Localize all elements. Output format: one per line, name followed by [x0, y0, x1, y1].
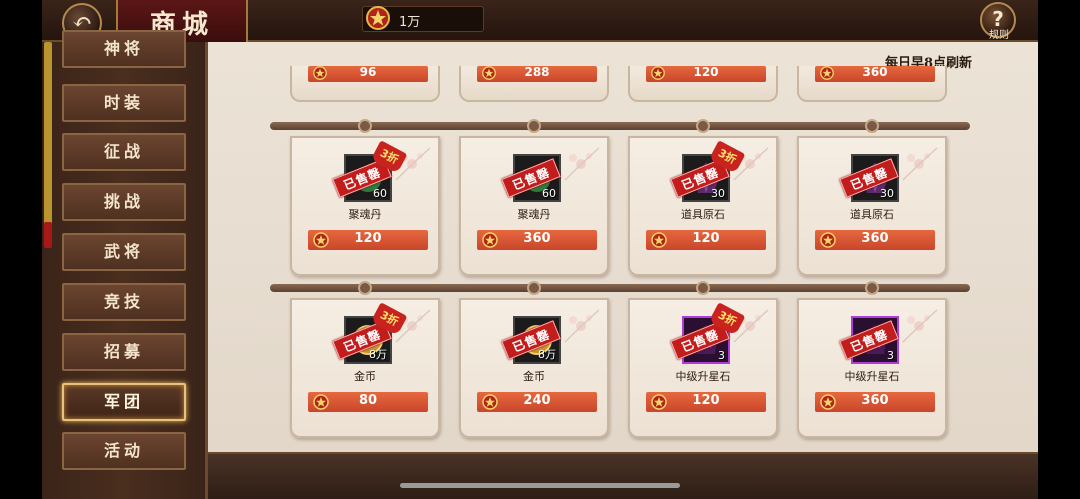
shop-card[interactable]: 30 已售罄 3折 道具原石 120	[628, 136, 778, 276]
shop-card-partial[interactable]: 120	[628, 65, 778, 102]
sidebar-item-label: 军团	[103, 392, 144, 411]
blossom-icon	[564, 309, 600, 343]
sidebar-item-campaign[interactable]: 征战	[62, 133, 186, 171]
item-name: 金币	[523, 370, 545, 383]
rules-label: 规则	[989, 30, 1009, 41]
sidebar-item-label: 征战	[103, 142, 144, 161]
rod-knot	[358, 119, 372, 133]
sidebar-item-fashion[interactable]: 时装	[62, 84, 186, 122]
item-quantity: 30	[711, 187, 725, 200]
left-tassel-cord	[44, 42, 52, 232]
item-name: 聚魂丹	[517, 208, 551, 221]
sidebar-item-label: 招募	[103, 342, 144, 361]
top-bar: ↶ 商城 1万 ? 规则	[42, 0, 1038, 43]
price-bar: 120	[308, 230, 428, 250]
shop-card[interactable]: 8万 已售罄 金币 240	[459, 298, 609, 438]
price-value: 360	[862, 65, 888, 79]
price-bar: 360	[815, 392, 935, 412]
sidebar-item-shenjiang[interactable]: 神将	[62, 30, 186, 68]
item-quantity: 60	[542, 187, 556, 200]
price-value: 360	[861, 393, 889, 408]
rod-knot	[865, 281, 879, 295]
price-value: 80	[358, 393, 378, 408]
sidebar-item-label: 活动	[103, 441, 144, 460]
price-bar: 80	[308, 392, 428, 412]
shop-card-partial[interactable]: 288	[459, 65, 609, 102]
item-name: 道具原石	[850, 208, 894, 221]
shop-card[interactable]: 3 已售罄 3折 中级升星石 120	[628, 298, 778, 438]
price-bar: 96	[308, 65, 428, 82]
price-bar: 360	[815, 230, 935, 250]
price-bar: 120	[646, 230, 766, 250]
item-quantity: 8万	[369, 348, 387, 361]
shop-card[interactable]: 8万 已售罄 3折 金币 80	[290, 298, 440, 438]
price-bar: 360	[815, 65, 935, 82]
sidebar-item-label: 挑战	[103, 192, 144, 211]
blossom-icon	[564, 147, 600, 181]
item-quantity: 60	[373, 187, 387, 200]
item-name: 中级升星石	[675, 370, 731, 383]
shop-screen: ↶ 商城 1万 ? 规则 神将 时装 征战 挑战 武将 竞技 招募 军团 活动	[42, 0, 1038, 499]
sidebar-item-label: 时装	[103, 93, 144, 112]
shop-card-partial[interactable]: 360	[797, 65, 947, 102]
item-quantity: 30	[880, 187, 894, 200]
item-quantity: 3	[887, 349, 894, 362]
sidebar-item-label: 武将	[103, 242, 144, 261]
price-value: 120	[692, 393, 720, 408]
sidebar-item-label: 神将	[103, 39, 144, 58]
rod-knot	[527, 281, 541, 295]
price-bar: 360	[477, 230, 597, 250]
currency-value: 1万	[399, 15, 421, 30]
rod-knot	[696, 119, 710, 133]
item-name: 道具原石	[681, 208, 725, 221]
left-tassel-icon	[44, 222, 52, 248]
price-value: 120	[693, 65, 719, 79]
sidebar-item-events[interactable]: 活动	[62, 432, 186, 470]
currency-display: 1万	[362, 6, 484, 32]
price-value: 360	[861, 231, 889, 246]
sidebar: 神将 时装 征战 挑战 武将 竞技 招募 军团 活动	[42, 30, 208, 499]
rod-knot	[358, 281, 372, 295]
price-bar: 288	[477, 65, 597, 82]
item-name: 中级升星石	[844, 370, 900, 383]
shop-card[interactable]: 3 已售罄 中级升星石 360	[797, 298, 947, 438]
price-value: 360	[523, 231, 551, 246]
price-value: 120	[692, 231, 720, 246]
price-value: 288	[524, 65, 550, 79]
home-indicator[interactable]	[400, 483, 680, 488]
price-value: 240	[523, 393, 551, 408]
star-medal-icon	[366, 6, 390, 30]
sidebar-item-recruit[interactable]: 招募	[62, 333, 186, 371]
sidebar-item-legion[interactable]: 军团	[62, 383, 186, 421]
shop-card-partial[interactable]: 96	[290, 65, 440, 102]
rod-knot	[865, 119, 879, 133]
item-quantity: 3	[718, 349, 725, 362]
rod-knot	[527, 119, 541, 133]
floor-decoration	[208, 452, 1038, 499]
price-bar: 240	[477, 392, 597, 412]
sidebar-item-challenge[interactable]: 挑战	[62, 183, 186, 221]
item-name: 金币	[354, 370, 376, 383]
price-bar: 120	[646, 392, 766, 412]
blossom-icon	[902, 147, 938, 181]
item-quantity: 8万	[538, 348, 556, 361]
shop-card[interactable]: 30 已售罄 道具原石 360	[797, 136, 947, 276]
sidebar-item-arena[interactable]: 竞技	[62, 283, 186, 321]
price-value: 120	[354, 231, 382, 246]
item-name: 聚魂丹	[348, 208, 382, 221]
price-bar: 120	[646, 65, 766, 82]
rod-knot	[696, 281, 710, 295]
price-value: 96	[359, 65, 377, 79]
sidebar-item-label: 竞技	[103, 292, 144, 311]
shop-card[interactable]: 60 已售罄 3折 聚魂丹 120	[290, 136, 440, 276]
sidebar-item-generals[interactable]: 武将	[62, 233, 186, 271]
blossom-icon	[902, 309, 938, 343]
shop-card[interactable]: 60 已售罄 聚魂丹 360	[459, 136, 609, 276]
